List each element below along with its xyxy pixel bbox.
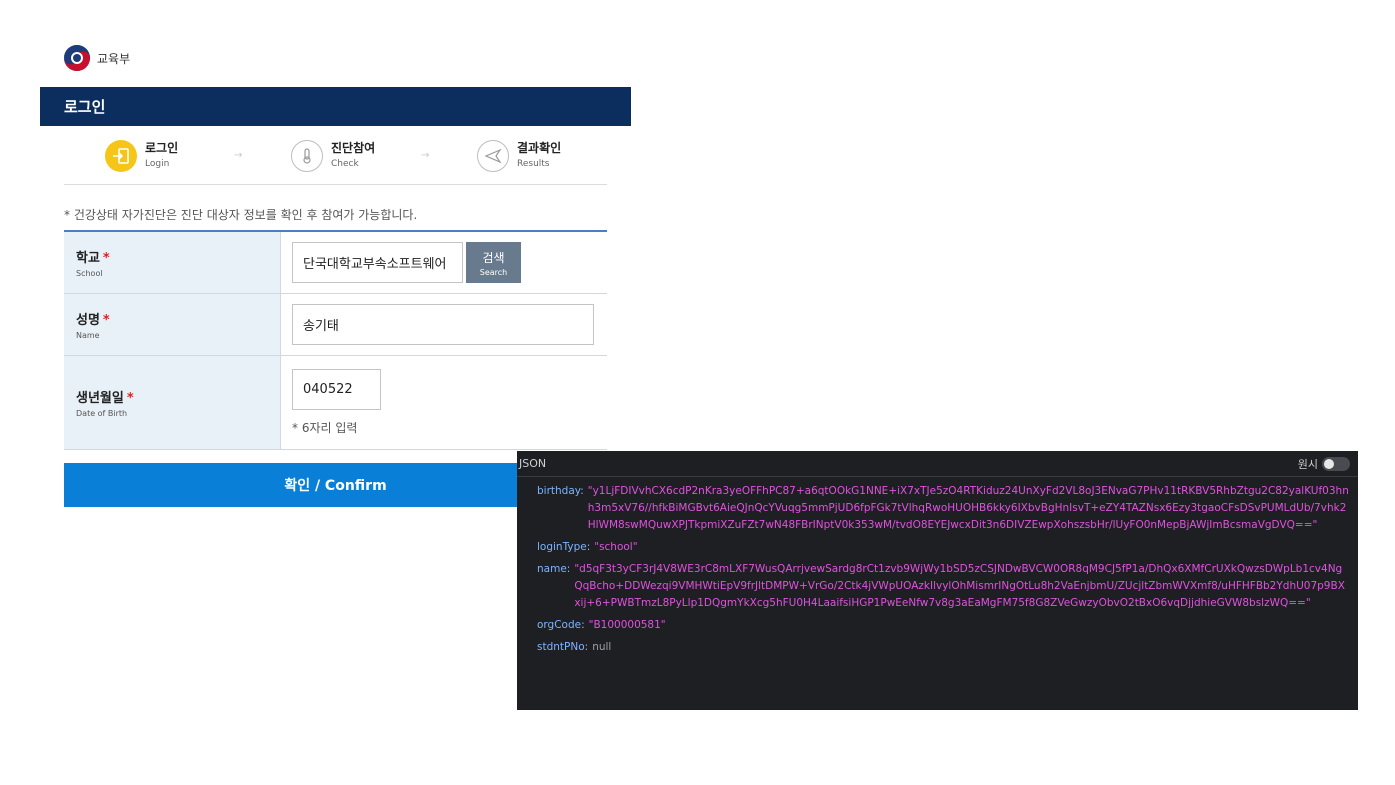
json-field: birthday: "y1LjFDIVvhCX6cdP2nKra3yeOFFhP… [537,483,1350,534]
step-results: 결과확인 Results [477,140,561,172]
send-icon [477,140,509,172]
form-row-school: 학교 * School 단국대학교부속소프트웨어 검색 Search [64,232,607,294]
birth-hint: * 6자리 입력 [292,421,358,435]
raw-toggle[interactable] [1322,457,1350,471]
json-key: stdntPNo: [537,641,589,653]
json-field: name: "d5qF3t3yCF3rJ4V8WE3rC8mLXF7WusQAr… [537,561,1350,612]
json-body: birthday: "y1LjFDIVvhCX6cdP2nKra3yeOFFhP… [537,483,1350,661]
required-mark: * [102,251,110,266]
login-icon [105,140,137,172]
name-label: 성명 [76,313,100,328]
devtools-json-panel: JSON 원시 birthday: "y1LjFDIVvhCX6cdP2nKra… [517,451,1358,710]
json-key: orgCode: [537,619,585,631]
name-label-en: Name [76,331,100,340]
birth-label: 생년월일 [76,391,124,406]
json-field: loginType: "school" [537,539,1350,556]
thermometer-icon [291,140,323,172]
ministry-logo[interactable]: 교육부 [63,44,130,72]
step-label: 진단참여 [331,141,376,156]
school-input[interactable]: 단국대학교부속소프트웨어 [292,242,463,283]
login-form: 학교 * School 단국대학교부속소프트웨어 검색 Search 성명 * Na… [64,230,607,450]
json-value: null [592,641,612,653]
json-field: orgCode: "B100000581" [537,617,1350,634]
step-sub: Results [517,159,550,170]
devtools-header: JSON 원시 [517,451,1358,477]
json-field: stdntPNo: null [537,639,1350,656]
json-value: "y1LjFDIVvhCX6cdP2nKra3yeOFFhPC87+a6qtOO… [587,485,1349,531]
progress-steps: 로그인 Login → 진단참여 Check → 결과확인 Results [64,126,607,185]
toggle-knob [1324,459,1334,469]
step-arrow-icon: → [234,150,243,161]
json-key: name: [537,563,571,575]
devtools-title: JSON [519,457,547,470]
step-label: 로그인 [145,141,179,156]
step-sub: Check [331,159,359,170]
birth-input[interactable]: 040522 [292,369,381,410]
json-value: "school" [594,541,638,553]
birth-label-en: Date of Birth [76,409,128,418]
school-label: 학교 [76,251,100,266]
required-mark: * [102,313,110,328]
form-row-birth: 생년월일 * Date of Birth 040522 * 6자리 입력 [64,356,607,450]
step-login: 로그인 Login [105,140,178,172]
header-bar: 로그인 [40,87,631,126]
json-key: birthday: [537,485,584,497]
notice-text: * 건강상태 자가진단은 진단 대상자 정보를 확인 후 참여가 가능합니다. [64,208,418,222]
page: 교육부 로그인 로그인 Login → 진단참여 Check → 결과확인 Re… [0,0,1395,785]
step-sub: Login [145,159,170,170]
step-check: 진단참여 Check [291,140,375,172]
step-label: 결과확인 [517,141,562,156]
json-key: loginType: [537,541,591,553]
ministry-name: 교육부 [97,51,131,66]
json-value: "B100000581" [588,619,666,631]
form-row-name: 성명 * Name 송기태 [64,294,607,356]
school-label-en: School [76,269,103,278]
name-input[interactable]: 송기태 [292,304,594,345]
step-arrow-icon: → [421,150,430,161]
raw-label: 원시 [1297,458,1318,471]
json-value: "d5qF3t3yCF3rJ4V8WE3rC8mLXF7WusQArrjvewS… [574,563,1345,609]
page-title: 로그인 [64,98,106,116]
required-mark: * [126,391,134,406]
taegeuk-logo-icon [64,45,90,71]
search-button[interactable]: 검색 Search [466,242,521,283]
